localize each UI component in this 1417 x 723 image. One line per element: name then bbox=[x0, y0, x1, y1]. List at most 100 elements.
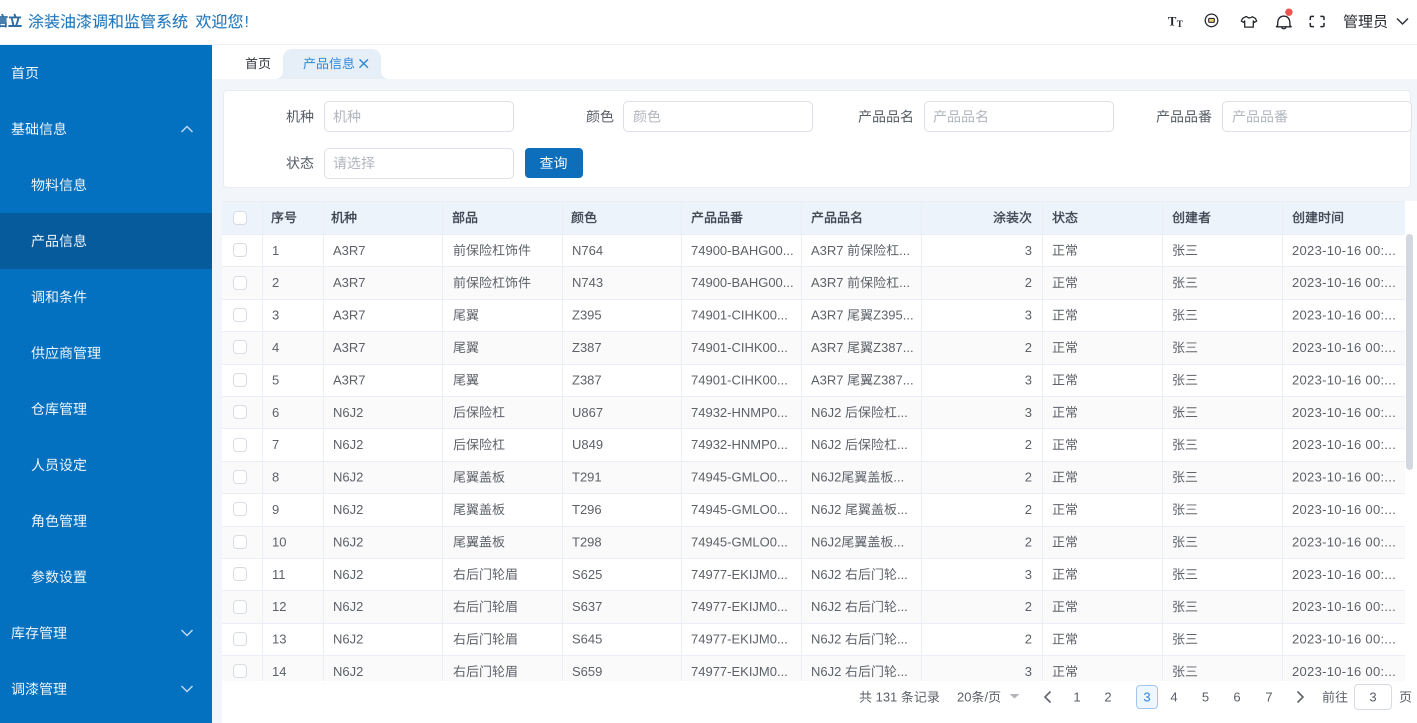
svg-text:131: 131 bbox=[876, 690, 898, 705]
svg-text:A3R7: A3R7 bbox=[811, 340, 844, 355]
svg-text:2023-10-16 00:...: 2023-10-16 00:... bbox=[1292, 243, 1396, 258]
svg-text:N6J2: N6J2 bbox=[811, 470, 841, 485]
svg-text:74945-GMLO0...: 74945-GMLO0... bbox=[691, 470, 788, 485]
svg-text:A3R7: A3R7 bbox=[811, 308, 844, 323]
svg-text:2: 2 bbox=[1025, 599, 1032, 614]
svg-text:2023-10-16 00:...: 2023-10-16 00:... bbox=[1292, 275, 1396, 290]
svg-text:2023-10-16 00:...: 2023-10-16 00:... bbox=[1292, 567, 1396, 582]
svg-text:3: 3 bbox=[1025, 664, 1032, 679]
svg-text:7: 7 bbox=[272, 437, 279, 452]
svg-text:A3R7: A3R7 bbox=[333, 308, 366, 323]
svg-text:6: 6 bbox=[1233, 690, 1240, 705]
svg-text:A3R7: A3R7 bbox=[811, 243, 844, 258]
svg-text:N743: N743 bbox=[572, 275, 603, 290]
svg-text:3: 3 bbox=[1025, 243, 1032, 258]
svg-text:2023-10-16 00:...: 2023-10-16 00:... bbox=[1292, 534, 1396, 549]
svg-text:...: ... bbox=[897, 632, 908, 647]
svg-text:N6J2: N6J2 bbox=[811, 599, 841, 614]
svg-text:T291: T291 bbox=[572, 470, 602, 485]
svg-text:!: ! bbox=[244, 14, 248, 31]
svg-text:3: 3 bbox=[1369, 690, 1376, 705]
svg-text:A3R7: A3R7 bbox=[333, 340, 366, 355]
svg-text:...: ... bbox=[893, 534, 904, 549]
svg-text:2: 2 bbox=[1025, 632, 1032, 647]
svg-text:...: ... bbox=[893, 470, 904, 485]
svg-text:N6J2: N6J2 bbox=[333, 567, 363, 582]
svg-text:5: 5 bbox=[272, 372, 279, 387]
svg-text:Z387: Z387 bbox=[572, 340, 602, 355]
svg-text:74901-CIHK00...: 74901-CIHK00... bbox=[691, 372, 788, 387]
svg-text:...: ... bbox=[897, 567, 908, 582]
svg-text:...: ... bbox=[897, 405, 908, 420]
svg-text:3: 3 bbox=[1025, 405, 1032, 420]
svg-text:74900-BAHG00...: 74900-BAHG00... bbox=[691, 243, 794, 258]
svg-text:S645: S645 bbox=[572, 632, 602, 647]
svg-text:T: T bbox=[1177, 19, 1183, 29]
svg-text:74977-EKIJM0...: 74977-EKIJM0... bbox=[691, 632, 788, 647]
svg-text:13: 13 bbox=[272, 632, 286, 647]
svg-text:3: 3 bbox=[1143, 690, 1150, 705]
svg-text:3: 3 bbox=[1025, 372, 1032, 387]
svg-text:6: 6 bbox=[272, 405, 279, 420]
svg-text:2023-10-16 00:...: 2023-10-16 00:... bbox=[1292, 470, 1396, 485]
svg-text:T296: T296 bbox=[572, 502, 602, 517]
svg-text:N6J2: N6J2 bbox=[811, 502, 841, 517]
svg-text:2023-10-16 00:...: 2023-10-16 00:... bbox=[1292, 308, 1396, 323]
svg-text:Z395: Z395 bbox=[572, 308, 602, 323]
svg-text:3: 3 bbox=[272, 308, 279, 323]
svg-text:Z387...: Z387... bbox=[873, 340, 913, 355]
svg-text:2023-10-16 00:...: 2023-10-16 00:... bbox=[1292, 437, 1396, 452]
svg-text:4: 4 bbox=[272, 340, 279, 355]
svg-text:2: 2 bbox=[1025, 502, 1032, 517]
svg-text:20: 20 bbox=[957, 690, 971, 705]
svg-text:U849: U849 bbox=[572, 437, 603, 452]
svg-text:74945-GMLO0...: 74945-GMLO0... bbox=[691, 534, 788, 549]
svg-text:...: ... bbox=[899, 275, 910, 290]
svg-text:Z395...: Z395... bbox=[873, 308, 913, 323]
svg-text:2: 2 bbox=[272, 275, 279, 290]
svg-text:2: 2 bbox=[1104, 690, 1111, 705]
svg-text:N6J2: N6J2 bbox=[333, 405, 363, 420]
svg-text:12: 12 bbox=[272, 599, 286, 614]
svg-text:2: 2 bbox=[1025, 275, 1032, 290]
svg-text:N6J2: N6J2 bbox=[811, 534, 841, 549]
svg-text:74977-EKIJM0...: 74977-EKIJM0... bbox=[691, 664, 788, 679]
svg-text:2: 2 bbox=[1025, 340, 1032, 355]
svg-text:...: ... bbox=[897, 502, 908, 517]
svg-text:/: / bbox=[984, 690, 988, 705]
svg-text:A3R7: A3R7 bbox=[811, 275, 844, 290]
svg-text:N6J2: N6J2 bbox=[333, 632, 363, 647]
svg-text:...: ... bbox=[899, 243, 910, 258]
svg-text:9: 9 bbox=[272, 502, 279, 517]
svg-text:14: 14 bbox=[272, 664, 286, 679]
svg-text:2023-10-16 00:...: 2023-10-16 00:... bbox=[1292, 340, 1396, 355]
svg-text:74945-GMLO0...: 74945-GMLO0... bbox=[691, 502, 788, 517]
svg-text:N6J2: N6J2 bbox=[333, 664, 363, 679]
svg-text:S625: S625 bbox=[572, 567, 602, 582]
svg-text:74932-HNMP0...: 74932-HNMP0... bbox=[691, 405, 788, 420]
svg-text:...: ... bbox=[897, 664, 908, 679]
svg-text:A3R7: A3R7 bbox=[333, 275, 366, 290]
svg-text:2: 2 bbox=[1025, 437, 1032, 452]
svg-text:U867: U867 bbox=[572, 405, 603, 420]
svg-text:74901-CIHK00...: 74901-CIHK00... bbox=[691, 308, 788, 323]
svg-text:N6J2: N6J2 bbox=[811, 405, 841, 420]
svg-text:A3R7: A3R7 bbox=[811, 372, 844, 387]
svg-text:N6J2: N6J2 bbox=[811, 437, 841, 452]
svg-text:1: 1 bbox=[1073, 690, 1080, 705]
svg-text:8: 8 bbox=[272, 470, 279, 485]
svg-text:2023-10-16 00:...: 2023-10-16 00:... bbox=[1292, 664, 1396, 679]
svg-text:2023-10-16 00:...: 2023-10-16 00:... bbox=[1292, 502, 1396, 517]
svg-text:...: ... bbox=[897, 437, 908, 452]
svg-text:2023-10-16 00:...: 2023-10-16 00:... bbox=[1292, 405, 1396, 420]
svg-text:1: 1 bbox=[272, 243, 279, 258]
svg-text:Z387...: Z387... bbox=[873, 372, 913, 387]
svg-text:74977-EKIJM0...: 74977-EKIJM0... bbox=[691, 599, 788, 614]
svg-text:74977-EKIJM0...: 74977-EKIJM0... bbox=[691, 567, 788, 582]
svg-text:2023-10-16 00:...: 2023-10-16 00:... bbox=[1292, 599, 1396, 614]
svg-text:11: 11 bbox=[272, 567, 286, 582]
svg-text:A3R7: A3R7 bbox=[333, 372, 366, 387]
svg-text:Z387: Z387 bbox=[572, 372, 602, 387]
svg-text:A3R7: A3R7 bbox=[333, 243, 366, 258]
svg-text:10: 10 bbox=[272, 534, 286, 549]
